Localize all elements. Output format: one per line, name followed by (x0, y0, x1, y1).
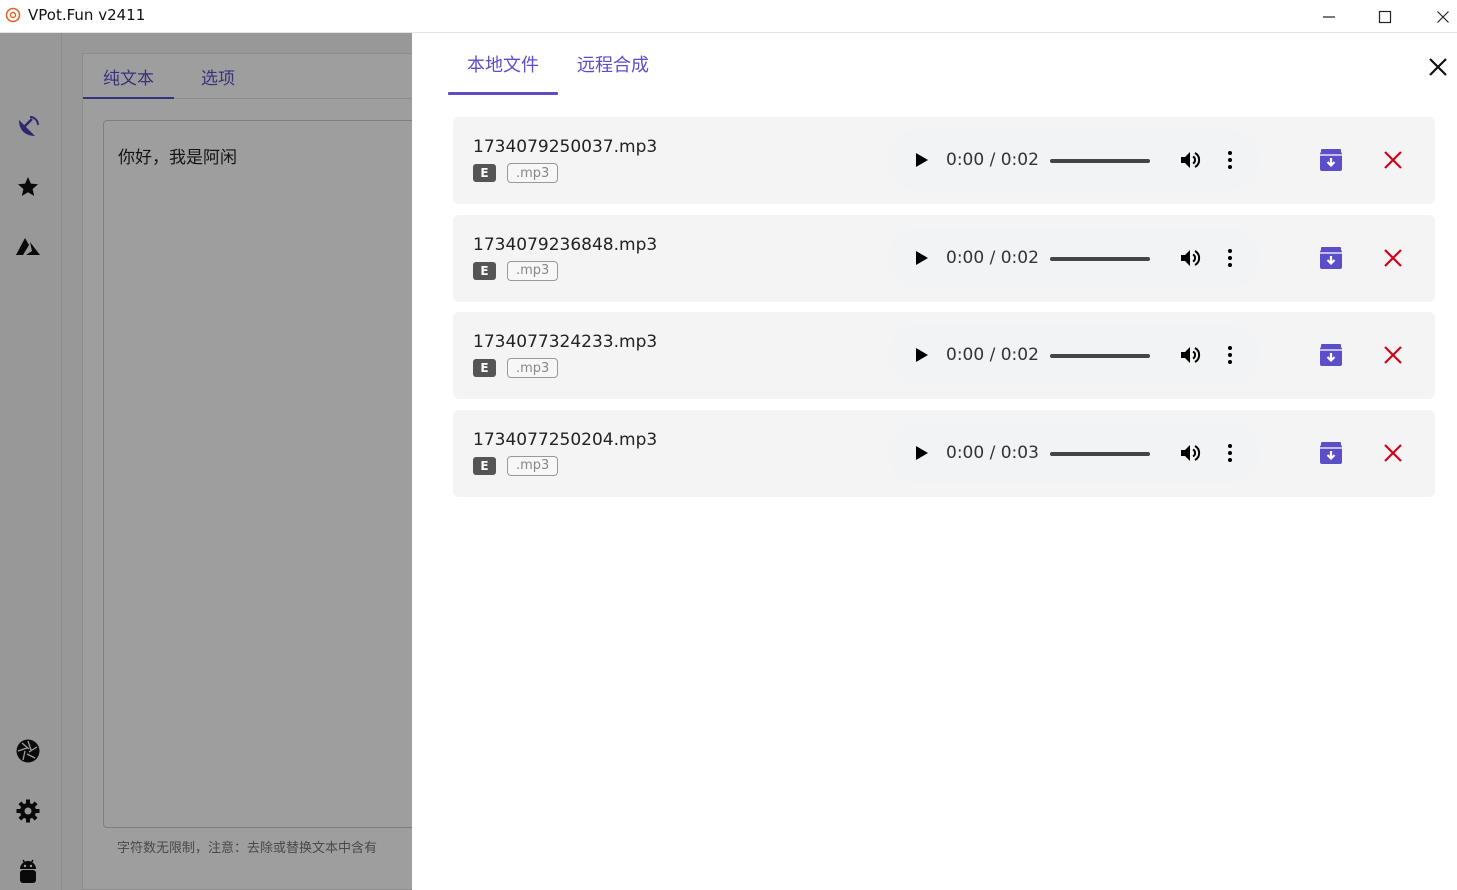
drawer-close-button[interactable] (1424, 53, 1452, 81)
window-close-button[interactable] (1414, 0, 1457, 33)
close-icon (1429, 58, 1447, 76)
save-to-disk-icon[interactable] (1319, 343, 1343, 367)
minimize-icon (1323, 15, 1335, 18)
save-to-disk-icon[interactable] (1319, 246, 1343, 270)
app-logo-icon (5, 7, 21, 23)
delete-icon[interactable] (1381, 148, 1405, 172)
tab-local-files[interactable]: 本地文件 (467, 51, 539, 77)
engine-badge: E (473, 261, 496, 280)
window-title: VPot.Fun v2411 (28, 6, 146, 24)
main-app-background: 纯文本 选项 你好，我是阿闲 字符数无限制，注意：去除或替换文本中含有 (0, 33, 412, 890)
volume-icon[interactable] (1178, 441, 1202, 465)
audio-files-drawer: 本地文件 远程合成 1734079250037.mp3 E .mp3 0:00 … (412, 33, 1457, 890)
seek-slider[interactable] (1050, 354, 1150, 358)
engine-badge: E (473, 164, 496, 182)
file-name: 1734077250204.mp3 (473, 429, 658, 450)
audio-player: 0:00 / 0:02 (888, 130, 1260, 190)
close-icon (1437, 10, 1449, 23)
play-icon[interactable] (910, 442, 932, 464)
file-extension-tag: .mp3 (507, 358, 559, 378)
maximize-button[interactable] (1356, 0, 1414, 33)
volume-icon[interactable] (1178, 246, 1202, 270)
delete-icon[interactable] (1381, 246, 1405, 270)
more-options-icon[interactable] (1222, 343, 1238, 367)
playback-time: 0:00 / 0:02 (946, 150, 1039, 170)
seek-slider[interactable] (1050, 451, 1150, 456)
audio-player: 0:00 / 0:02 (888, 227, 1260, 288)
playback-time: 0:00 / 0:02 (946, 247, 1039, 268)
file-name: 1734079236848.mp3 (473, 234, 658, 255)
modal-backdrop[interactable] (0, 33, 412, 890)
delete-icon[interactable] (1381, 343, 1405, 367)
more-options-icon[interactable] (1222, 246, 1238, 270)
maximize-icon (1378, 10, 1392, 23)
engine-badge: E (473, 456, 496, 475)
seek-slider[interactable] (1050, 159, 1150, 163)
file-card: 1734079236848.mp3 E .mp3 0:00 / 0:02 (453, 214, 1435, 302)
play-icon[interactable] (910, 149, 932, 171)
delete-icon[interactable] (1381, 441, 1405, 465)
engine-badge: E (473, 359, 496, 377)
volume-icon[interactable] (1178, 343, 1202, 367)
volume-icon[interactable] (1178, 148, 1202, 172)
seek-slider[interactable] (1050, 256, 1150, 261)
file-extension-tag: .mp3 (507, 260, 559, 281)
title-bar: VPot.Fun v2411 (0, 0, 1457, 33)
file-name: 1734077324233.mp3 (473, 332, 658, 352)
more-options-icon[interactable] (1222, 148, 1238, 172)
save-to-disk-icon[interactable] (1319, 148, 1343, 172)
active-tab-indicator (448, 92, 558, 95)
playback-time: 0:00 / 0:02 (946, 345, 1039, 365)
audio-player: 0:00 / 0:02 (888, 325, 1260, 385)
play-icon[interactable] (910, 344, 932, 366)
minimize-button[interactable] (1300, 0, 1358, 33)
file-name: 1734079250037.mp3 (473, 137, 658, 157)
play-icon[interactable] (910, 247, 932, 269)
file-card: 1734077324233.mp3 E .mp3 0:00 / 0:02 (453, 312, 1435, 399)
playback-time: 0:00 / 0:03 (946, 442, 1039, 463)
more-options-icon[interactable] (1222, 441, 1238, 465)
audio-player: 0:00 / 0:03 (888, 422, 1260, 483)
file-extension-tag: .mp3 (507, 455, 559, 476)
file-card: 1734077250204.mp3 E .mp3 0:00 / 0:03 (453, 409, 1435, 497)
tab-remote-synthesis[interactable]: 远程合成 (577, 51, 649, 77)
file-card: 1734079250037.mp3 E .mp3 0:00 / 0:02 (453, 117, 1435, 204)
save-to-disk-icon[interactable] (1319, 441, 1343, 465)
file-extension-tag: .mp3 (507, 163, 559, 183)
